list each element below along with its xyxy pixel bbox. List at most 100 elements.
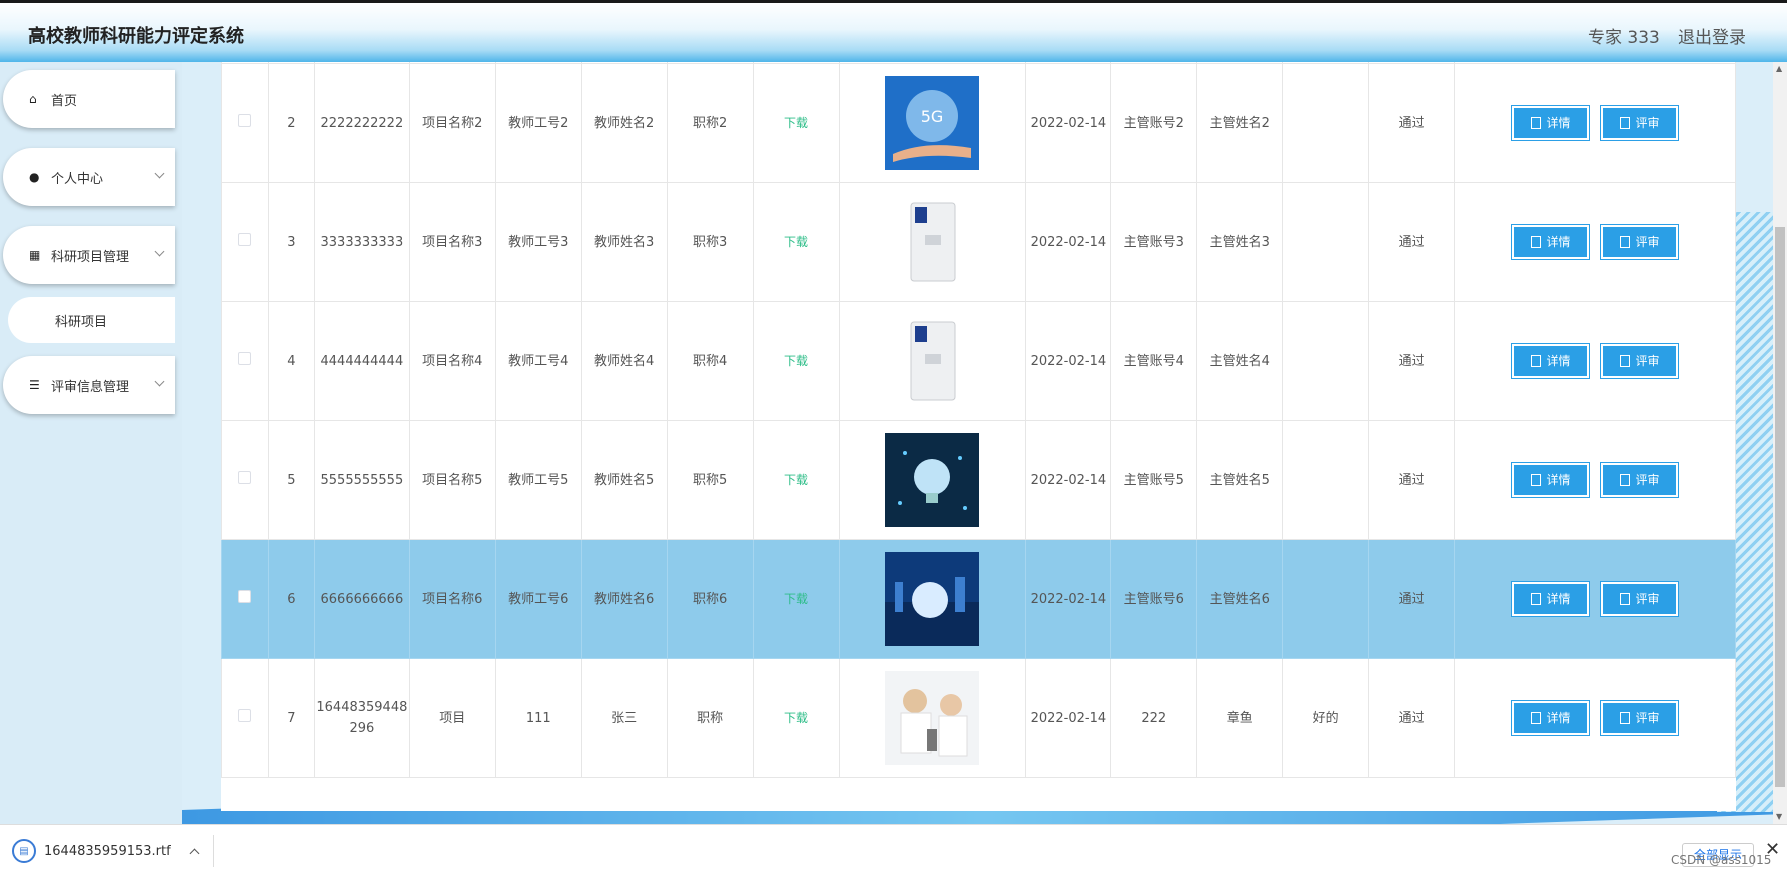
detail-button[interactable]: 详情 [1512, 225, 1590, 259]
cell-actions: 详情 评审 [1454, 658, 1736, 778]
cell-download: 下载 [752, 182, 840, 302]
cell-index: 5 [267, 420, 315, 540]
table-row[interactable]: 3 3333333333 项目名称3 教师工号3 教师姓名3 职称3 下载 2022-02-1… [221, 182, 1736, 302]
cell-manager-name: 主管姓名3 [1196, 182, 1284, 302]
detail-button[interactable]: 详情 [1512, 701, 1590, 735]
download-link[interactable]: 下载 [784, 592, 808, 606]
lightbulb-network-image [885, 433, 980, 527]
document-icon [1619, 474, 1630, 486]
sidebar-item-research-projects[interactable]: ▦ 科研项目管理 [3, 226, 175, 284]
download-link[interactable]: 下载 [784, 116, 808, 130]
sidebar-item-home[interactable]: ⌂ 首页 [3, 70, 175, 128]
review-button[interactable]: 评审 [1601, 225, 1679, 259]
cell-teacher-id: 111 [494, 658, 582, 778]
cell-manager-account: 主管账号6 [1110, 539, 1198, 659]
download-link[interactable]: 下载 [784, 354, 808, 368]
sidebar-item-label: 科研项目管理 [51, 249, 130, 265]
cell-project-name: 项目名称4 [408, 301, 496, 421]
cell-teacher-id: 教师工号2 [494, 63, 582, 183]
download-link[interactable]: 下载 [784, 711, 808, 725]
row-checkbox[interactable] [238, 232, 252, 246]
cell-job-title: 职称2 [666, 63, 754, 183]
row-checkbox[interactable] [238, 589, 252, 603]
cell-teacher-name: 教师姓名6 [580, 539, 668, 659]
cell-project-code: 4444444444 [313, 301, 410, 421]
detail-button[interactable]: 详情 [1512, 582, 1590, 616]
cell-review-comment: 好的 [1282, 658, 1370, 778]
cell-actions: 详情 评审 [1454, 420, 1736, 540]
logout-link[interactable]: 退出登录 [1678, 23, 1746, 48]
review-button[interactable]: 评审 [1601, 344, 1679, 378]
cell-manager-name: 主管姓名6 [1196, 539, 1284, 659]
page-scrollbar[interactable]: ▲ ▼ [1773, 62, 1787, 824]
table-row[interactable]: 4 4444444444 项目名称4 教师工号4 教师姓名4 职称4 下载 2022-02-1… [221, 301, 1736, 421]
cell-date: 2022-02-14 [1025, 539, 1112, 659]
table-row[interactable]: 7 16448359448296 项目 111 张三 职称 下载 2022-02-14 222 章… [221, 658, 1736, 778]
download-link[interactable]: 下载 [784, 473, 808, 487]
scrollbar-thumb[interactable] [1775, 227, 1785, 787]
detail-button[interactable]: 详情 [1512, 106, 1590, 140]
svg-text:5G: 5G [921, 107, 944, 126]
sidebar-item-review-info[interactable]: ☰ 评审信息管理 [3, 356, 175, 414]
cell-status: 通过 [1368, 301, 1456, 421]
cell-project-name: 项目名称5 [408, 420, 496, 540]
review-button-label: 评审 [1635, 354, 1660, 368]
cell-manager-account: 主管账号3 [1110, 182, 1198, 302]
cell-manager-account: 主管账号5 [1110, 420, 1198, 540]
review-button[interactable]: 评审 [1601, 463, 1679, 497]
cell-teacher-id: 教师工号3 [494, 182, 582, 302]
cell-manager-account: 主管账号4 [1110, 301, 1198, 421]
detail-button-label: 详情 [1546, 592, 1571, 606]
cell-teacher-id: 教师工号4 [494, 301, 582, 421]
sliders-icon: ☰ [29, 378, 40, 392]
row-checkbox[interactable] [238, 470, 252, 484]
row-checkbox[interactable] [238, 708, 252, 722]
row-checkbox[interactable] [238, 351, 252, 365]
water-purifier-image [885, 314, 980, 408]
table-row[interactable]: 6 6666666666 项目名称6 教师工号6 教师姓名6 职称6 下载 2022-02-1… [221, 539, 1736, 659]
download-item[interactable]: ▤ 1644835959153.rtf [8, 835, 214, 867]
document-icon [1530, 474, 1541, 486]
document-icon [1530, 117, 1541, 129]
cell-download: 下载 [752, 63, 840, 183]
5g-hand-image: 5G [885, 76, 980, 170]
detail-button[interactable]: 详情 [1512, 463, 1590, 497]
detail-button-label: 详情 [1546, 473, 1571, 487]
close-icon[interactable]: ✕ [1765, 839, 1780, 860]
sidebar-item-label: 首页 [51, 93, 78, 109]
download-link[interactable]: 下载 [784, 235, 808, 249]
sidebar-subitem-research-project[interactable]: 科研项目 [8, 297, 175, 343]
chevron-up-icon[interactable] [189, 848, 200, 859]
detail-button[interactable]: 详情 [1512, 344, 1590, 378]
table-row[interactable]: 2 2222222222 项目名称2 教师工号2 教师姓名2 职称2 下载 5G 2022-02… [221, 63, 1736, 183]
document-icon [1530, 712, 1541, 724]
cell-index: 4 [267, 301, 315, 421]
cell-teacher-id: 教师工号5 [494, 420, 582, 540]
cell-teacher-name: 教师姓名4 [580, 301, 668, 421]
cell-job-title: 职称3 [666, 182, 754, 302]
cell-review-comment [1282, 539, 1370, 659]
review-button[interactable]: 评审 [1601, 106, 1679, 140]
review-button[interactable]: 评审 [1601, 701, 1679, 735]
cell-date: 2022-02-14 [1025, 420, 1112, 540]
review-button[interactable]: 评审 [1601, 582, 1679, 616]
current-user: 专家 333 [1588, 28, 1660, 48]
document-icon [1619, 236, 1630, 248]
app-title: 高校教师科研能力评定系统 [28, 26, 244, 47]
detail-button-label: 详情 [1546, 711, 1571, 725]
cell-job-title: 职称5 [666, 420, 754, 540]
chevron-down-icon [154, 168, 165, 179]
cell-review-comment [1282, 420, 1370, 540]
row-checkbox[interactable] [238, 113, 252, 127]
scroll-down-icon[interactable]: ▼ [1776, 812, 1782, 821]
sidebar-item-profile[interactable]: ● 个人中心 [3, 148, 175, 206]
cell-index: 7 [267, 658, 315, 778]
grid-icon: ▦ [29, 248, 41, 262]
scroll-up-icon[interactable]: ▲ [1776, 64, 1782, 73]
cell-date: 2022-02-14 [1025, 182, 1112, 302]
cell-date: 2022-02-14 [1025, 63, 1112, 183]
detail-button-label: 详情 [1546, 235, 1571, 249]
file-icon: ▤ [12, 839, 36, 863]
cell-actions: 详情 评审 [1454, 63, 1736, 183]
table-row[interactable]: 5 5555555555 项目名称5 教师工号5 教师姓名5 职称5 下载 2022-02-1… [221, 420, 1736, 540]
